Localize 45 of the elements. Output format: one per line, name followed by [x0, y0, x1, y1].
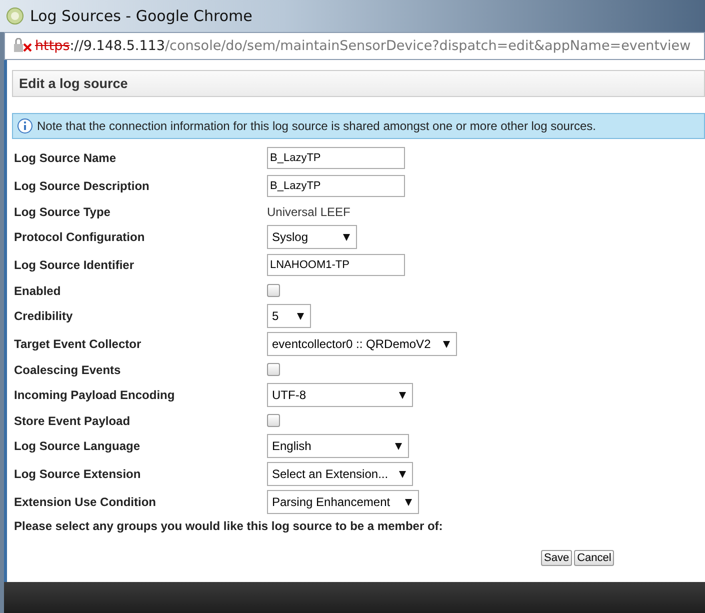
- app-icon: [6, 7, 24, 25]
- dropdown[interactable]: 5: [267, 304, 311, 328]
- dropdown[interactable]: English: [267, 434, 409, 458]
- field-label: Credibility: [14, 309, 74, 323]
- field-label: Enabled: [14, 284, 62, 298]
- caret-icon: [399, 470, 406, 478]
- checkbox[interactable]: [267, 414, 280, 427]
- field-label: Log Source Identifier: [14, 258, 136, 272]
- dropdown[interactable]: eventcollector0 :: QRDemoV2: [267, 332, 457, 356]
- panel-title: Edit a log source: [19, 76, 128, 91]
- text-field[interactable]: B_LazyTP: [267, 147, 405, 169]
- field-label: Log Source Extension: [14, 467, 142, 481]
- text-field[interactable]: LNAHOOM1-TP: [267, 254, 405, 276]
- caret-icon: [343, 234, 350, 240]
- caret-icon: [399, 392, 406, 398]
- info-message: Note that the connection information for this log source is shared amongst one or more other log sources.: [37, 119, 596, 133]
- checkbox[interactable]: [267, 284, 280, 297]
- field-label: Coalescing Events: [14, 362, 122, 376]
- field-label: Log Source Description: [14, 179, 150, 193]
- insecure-lock-icon: [13, 38, 33, 54]
- checkbox[interactable]: [267, 363, 280, 376]
- form-button[interactable]: Cancel: [574, 550, 614, 566]
- text-field[interactable]: B_LazyTP: [267, 175, 405, 197]
- dropdown[interactable]: Parsing Enhancement: [267, 490, 419, 514]
- dropdown[interactable]: Syslog: [267, 225, 357, 249]
- field-label: Store Event Payload: [14, 414, 132, 428]
- window-title: Log Sources - Google Chrome: [30, 7, 252, 25]
- caret-icon: [443, 340, 450, 348]
- dropdown[interactable]: UTF-8: [267, 383, 413, 407]
- field-label: Log Source Type: [14, 204, 112, 218]
- field-label: Extension Use Condition: [14, 495, 158, 509]
- groups-prompt: Please select any groups you would like this log source to be a member of:: [14, 518, 444, 535]
- field-label: Target Event Collector: [14, 337, 142, 351]
- field-label: Log Source Name: [14, 151, 118, 165]
- field-label: Log Source Language: [14, 439, 142, 453]
- form-button[interactable]: Save: [541, 550, 572, 566]
- caret-icon: [395, 442, 402, 450]
- caret-icon: [405, 498, 412, 506]
- caret-icon: [297, 312, 304, 320]
- field-value: Universal LEEF: [267, 204, 350, 218]
- info-icon: [17, 118, 33, 134]
- dropdown[interactable]: Select an Extension...: [267, 462, 413, 486]
- field-label: Protocol Configuration: [14, 230, 146, 244]
- field-label: Incoming Payload Encoding: [14, 388, 176, 402]
- url-text[interactable]: https://9.148.5.113/console/do/sem/maintainSensorDevice?dispatch=edit&appName=eventview: [35, 38, 691, 54]
